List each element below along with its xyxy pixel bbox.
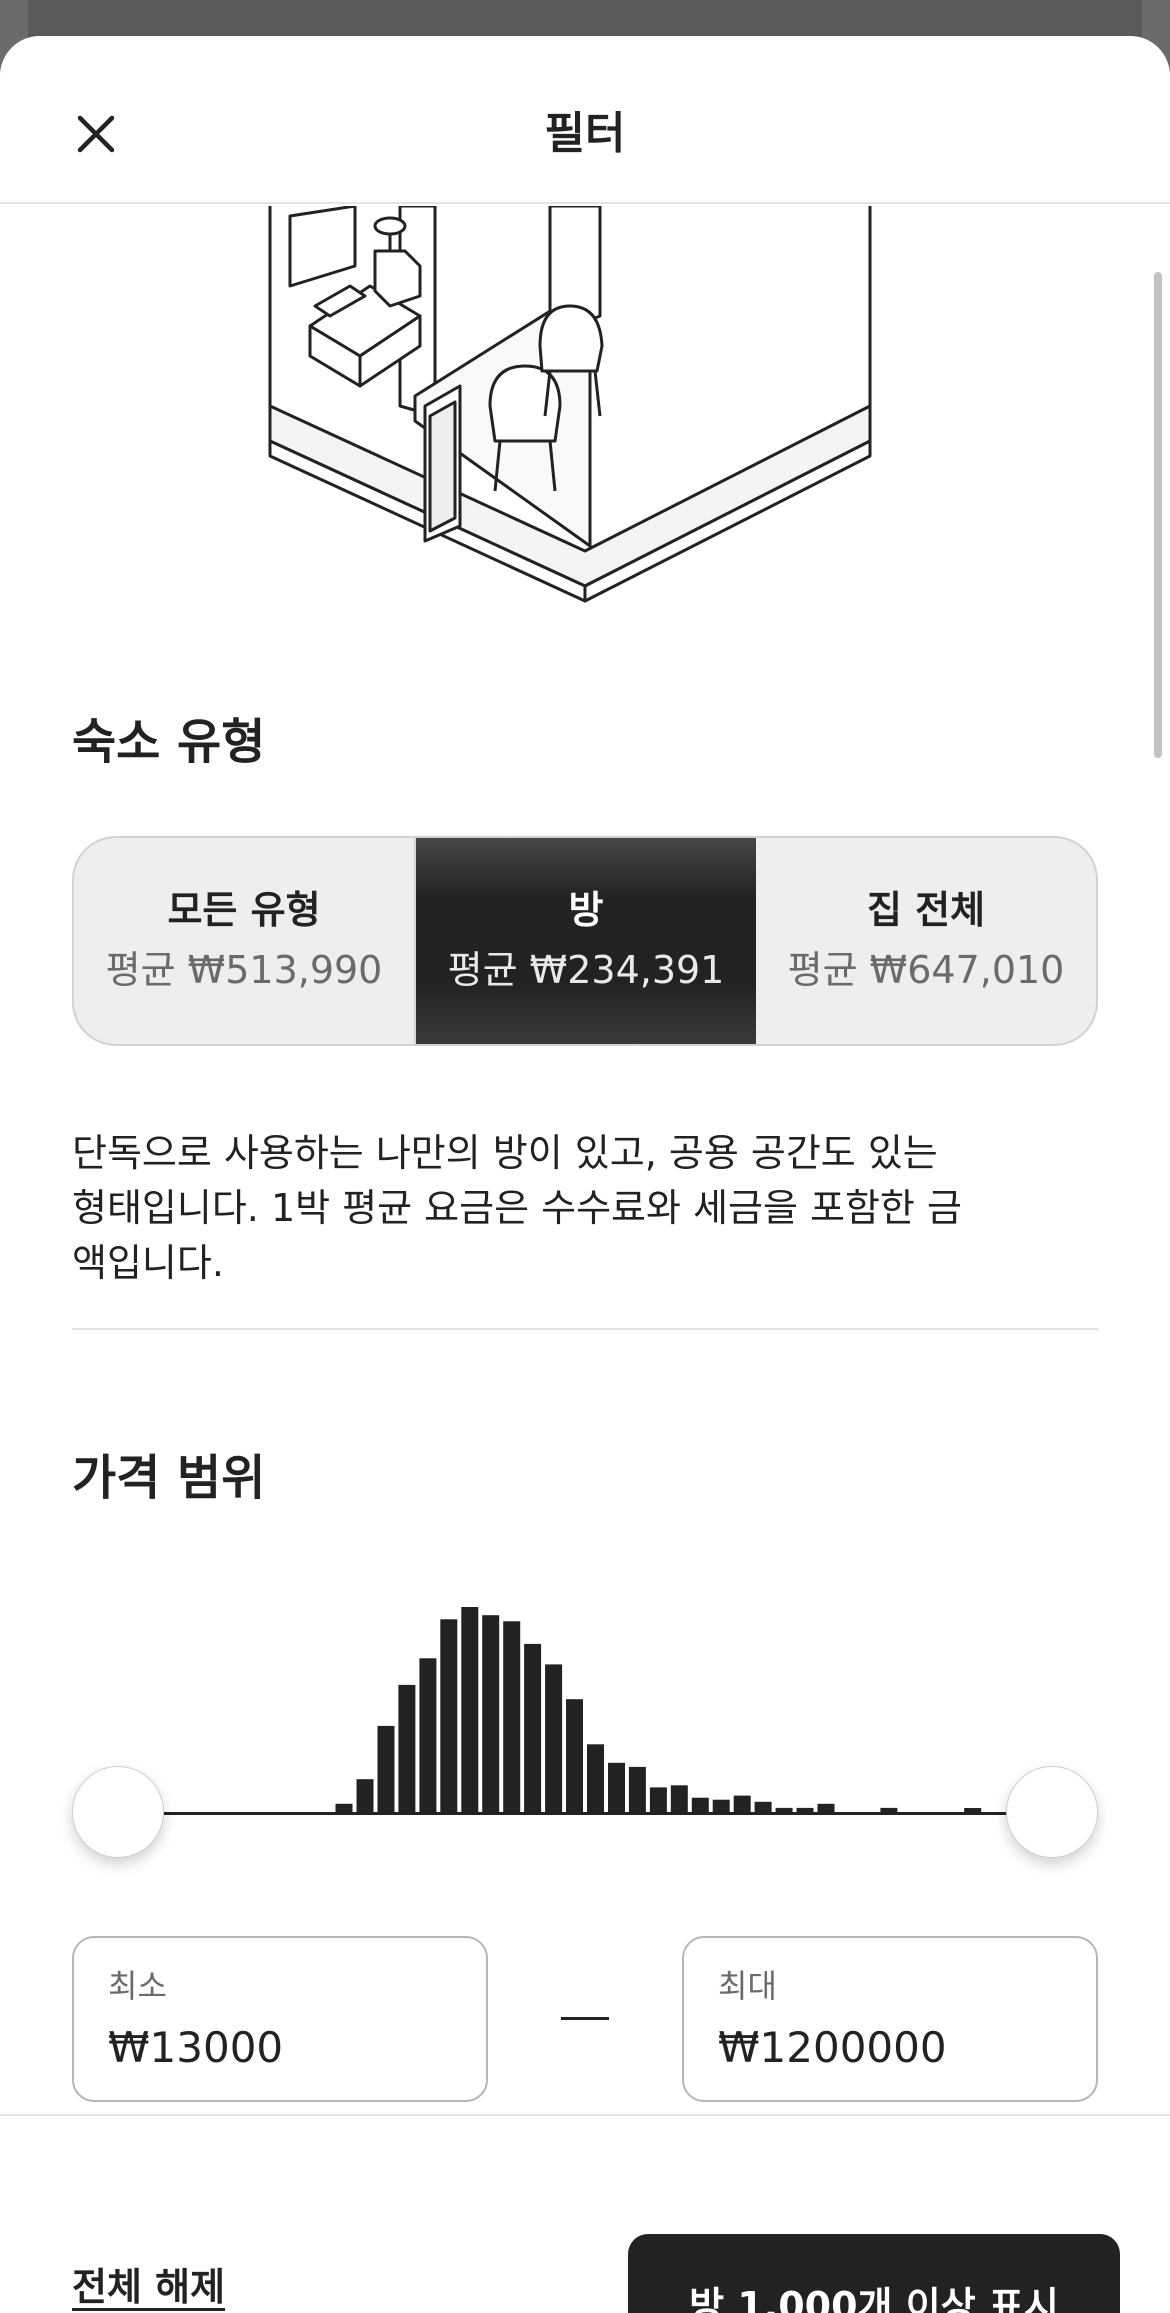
property-type-description: 단독으로 사용하는 나만의 방이 있고, 공용 공간도 있는 형태입니다. 1박… <box>72 1131 962 1285</box>
histogram-bar <box>608 1762 625 1812</box>
show-results-button[interactable]: 방 1,000개 이상 표시 <box>628 2234 1120 2313</box>
price-slider-track[interactable] <box>120 1812 1020 1815</box>
histogram-bar <box>566 1699 583 1812</box>
histogram-bar <box>649 1787 667 1812</box>
clear-all-button[interactable]: 전체 해제 <box>72 2256 225 2311</box>
segment-average-price: 평균 ₩647,010 <box>787 948 1065 992</box>
property-type-title: 숙소 유형 <box>72 714 266 770</box>
sheet-footer: 전체 해제 방 1,000개 이상 표시 <box>0 2114 1170 2313</box>
filter-sheet: 필터 숙소 유형 모든 유형 평균 ₩513,990 방 평균 ₩234,391… <box>0 36 1170 2313</box>
histogram-bar <box>733 1795 751 1812</box>
histogram-bar <box>628 1766 646 1812</box>
histogram-bar <box>712 1799 730 1812</box>
histogram-bar <box>419 1658 437 1813</box>
histogram-bar <box>524 1643 542 1812</box>
segment-average-price: 평균 ₩513,990 <box>105 948 383 992</box>
histogram-bar <box>587 1744 604 1812</box>
histogram-bar <box>482 1615 500 1812</box>
histogram-bar <box>691 1797 709 1813</box>
segment-label: 모든 유형 <box>167 888 321 932</box>
histogram-bar <box>503 1621 521 1812</box>
property-type-entire-home[interactable]: 집 전체 평균 ₩647,010 <box>756 838 1096 1044</box>
max-price-label: 최대 <box>718 1967 777 2005</box>
histogram-bar <box>817 1803 835 1812</box>
histogram-bar <box>398 1684 416 1812</box>
histogram-bar <box>335 1803 353 1812</box>
page-title: 필터 <box>544 108 626 159</box>
histogram-bar <box>545 1664 563 1812</box>
histogram-bar <box>754 1801 772 1813</box>
min-price-field[interactable]: 최소 <box>72 1936 488 2102</box>
max-price-field[interactable]: 최대 <box>682 1936 1098 2102</box>
price-slider-max-handle[interactable] <box>1006 1766 1098 1858</box>
price-slider-min-handle[interactable] <box>72 1766 164 1858</box>
segment-label: 집 전체 <box>866 888 986 932</box>
min-price-input[interactable] <box>108 2020 468 2076</box>
segment-label: 방 <box>568 888 604 932</box>
section-divider <box>72 1328 1098 1330</box>
property-type-room[interactable]: 방 평균 ₩234,391 <box>416 838 756 1044</box>
scrollbar[interactable] <box>1154 272 1162 758</box>
histogram-bar <box>440 1619 458 1812</box>
sheet-header: 필터 <box>0 36 1170 204</box>
segment-average-price: 평균 ₩234,391 <box>447 948 725 992</box>
histogram-bar <box>356 1779 374 1812</box>
price-histogram <box>335 1607 982 1813</box>
histogram-bar <box>670 1785 688 1812</box>
min-price-label: 최소 <box>108 1967 167 2005</box>
property-type-all[interactable]: 모든 유형 평균 ₩513,990 <box>74 838 416 1044</box>
range-separator <box>561 2017 609 2020</box>
price-range-title: 가격 범위 <box>72 1450 266 1506</box>
histogram-bar <box>461 1607 479 1812</box>
property-type-selector: 모든 유형 평균 ₩513,990 방 평균 ₩234,391 집 전체 평균 … <box>72 836 1098 1046</box>
histogram-bar <box>377 1725 395 1812</box>
max-price-input[interactable] <box>718 2020 1078 2076</box>
room-illustration <box>268 206 872 603</box>
